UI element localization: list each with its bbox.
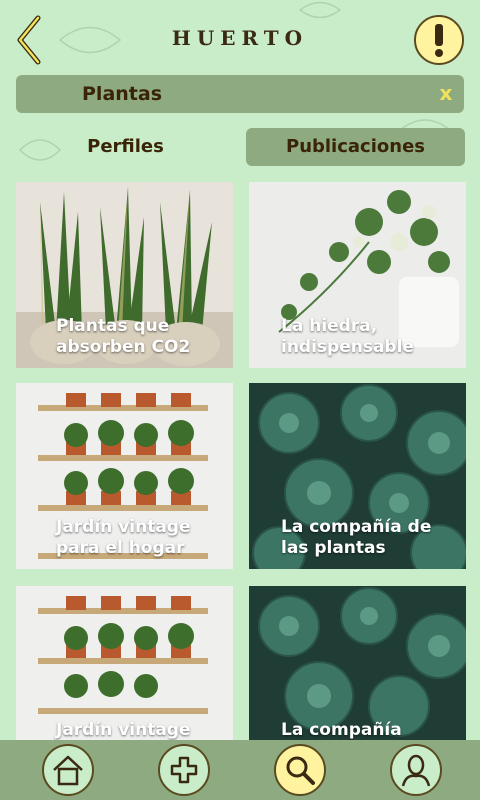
card-title: Jardín vintage para el hogar <box>56 517 191 558</box>
card-title: Plantas que absorben CO2 <box>56 316 191 357</box>
tab-publications[interactable]: Publicaciones <box>246 128 465 166</box>
results-grid: Plantas que absorben CO2 La hiedra, indi… <box>16 182 466 740</box>
profile-icon <box>401 754 431 787</box>
search-icon <box>286 756 315 785</box>
nav-add-button[interactable] <box>158 744 210 796</box>
card-title: La compañía <box>281 720 402 740</box>
add-icon <box>170 756 198 784</box>
list-item[interactable]: Jardín vintage para el hogar <box>16 383 233 569</box>
nav-home-button[interactable] <box>42 744 94 796</box>
list-item[interactable]: La compañía de las plantas <box>249 383 466 569</box>
home-icon <box>53 755 83 786</box>
clear-search-button[interactable]: x <box>436 83 456 103</box>
nav-search-button[interactable] <box>274 744 326 796</box>
bottom-nav <box>0 740 480 800</box>
list-item[interactable]: Plantas que absorben CO2 <box>16 182 233 368</box>
app-title: HUERTO <box>171 26 309 50</box>
search-input[interactable]: Plantas <box>82 83 162 105</box>
nav-profile-button[interactable] <box>390 744 442 796</box>
list-item[interactable]: Jardín vintage <box>16 586 233 740</box>
alert-button[interactable] <box>414 15 464 65</box>
card-image <box>16 586 233 740</box>
list-item[interactable]: La hiedra, indispensable <box>249 182 466 368</box>
card-title: La hiedra, indispensable <box>281 316 414 357</box>
card-image <box>249 586 466 740</box>
app-header: HUERTO <box>0 0 480 72</box>
card-title: Jardín vintage <box>56 720 191 740</box>
list-item[interactable]: La compañía <box>249 586 466 740</box>
tab-profiles[interactable]: Perfiles <box>16 128 235 166</box>
card-title: La compañía de las plantas <box>281 517 432 558</box>
exclamation-icon <box>435 24 443 57</box>
search-bar[interactable]: Plantas x <box>16 75 464 113</box>
